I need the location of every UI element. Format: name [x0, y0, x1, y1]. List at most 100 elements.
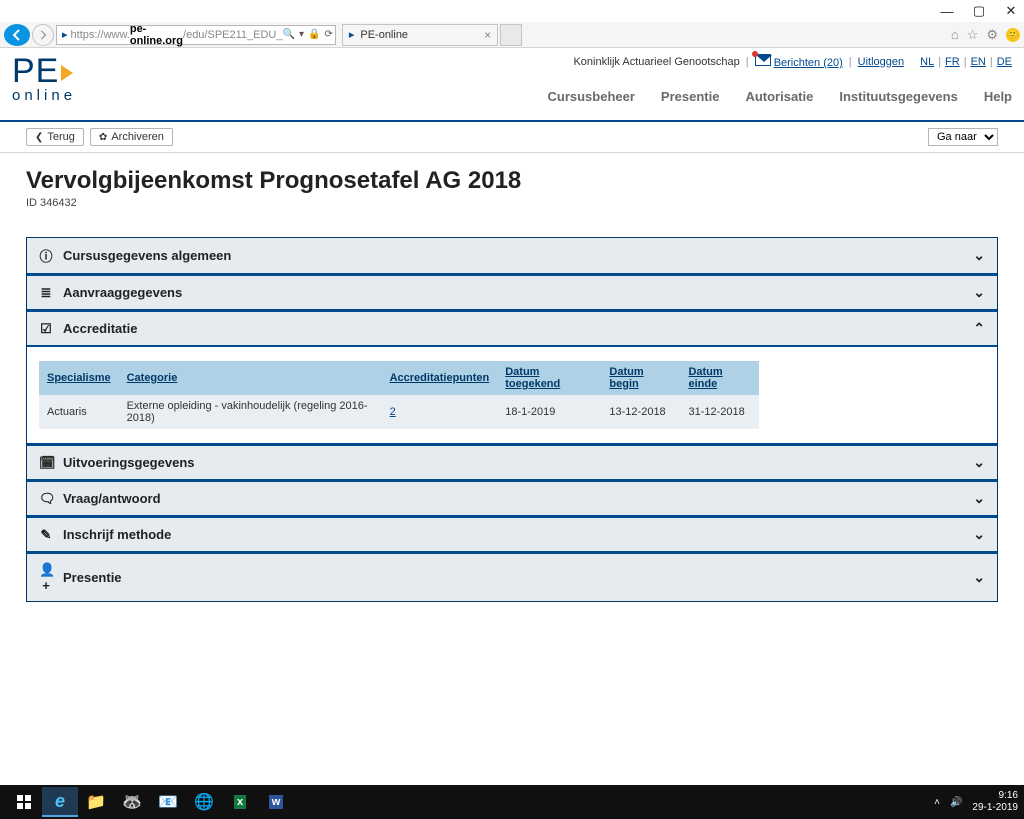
lang-de[interactable]: DE — [997, 56, 1012, 68]
taskbar-word[interactable]: w — [258, 787, 294, 817]
messages-label[interactable]: Berichten (20) — [774, 57, 843, 69]
calendar-icon: 🗓 — [39, 455, 53, 471]
logo[interactable]: PE online — [12, 52, 76, 104]
table-row: Actuaris Externe opleiding - vakinhoudel… — [39, 395, 759, 429]
tray-volume-icon[interactable]: 🔊 — [950, 797, 962, 808]
taskbar-outlook[interactable]: 📧 — [150, 787, 186, 817]
taskbar-ie[interactable]: e — [42, 787, 78, 817]
col-punten[interactable]: Accreditatiepunten — [382, 361, 498, 395]
browser-new-tab-button[interactable] — [500, 24, 522, 46]
nav-cursusbeheer[interactable]: Cursusbeheer — [547, 89, 634, 104]
panel-accreditatie-body: Specialisme Categorie Accreditatiepunten… — [27, 345, 997, 443]
language-switcher: NL| FR| EN| DE — [920, 56, 1012, 68]
nav-instituutsgegevens[interactable]: Instituutsgegevens — [839, 89, 957, 104]
taskbar-clock[interactable]: 9:16 29-1-2019 — [972, 790, 1018, 814]
tab-close-icon[interactable]: × — [484, 28, 491, 42]
taskbar-app-1[interactable]: 🦝 — [114, 787, 150, 817]
url-www: www. — [104, 29, 130, 41]
clock-time: 9:16 — [972, 790, 1018, 802]
lock-icon: 🔒 — [308, 29, 320, 40]
action-bar: ❮Terug ✿Archiveren Ga naar — [0, 122, 1024, 153]
start-button[interactable] — [6, 787, 42, 817]
window-maximize-button[interactable]: ▢ — [972, 4, 986, 18]
cell-punten: 2 — [382, 395, 498, 429]
tray-chevron-icon[interactable]: ˄ — [934, 797, 940, 808]
refresh-icon[interactable]: ⟳ — [324, 29, 332, 40]
window-close-button[interactable]: ✕ — [1004, 4, 1018, 18]
url-host: pe-online.org — [130, 23, 183, 47]
lang-nl[interactable]: NL — [920, 56, 934, 68]
gear-icon: ✿ — [99, 132, 107, 143]
chevron-left-icon: ❮ — [35, 132, 43, 143]
browser-toolbar: ▸ https:// www. pe-online.org /edu/SPE21… — [0, 22, 1024, 48]
chevron-down-icon: ⌄ — [973, 454, 985, 471]
mail-icon — [755, 54, 771, 66]
panel-label: Presentie — [63, 570, 122, 585]
browser-forward-button[interactable] — [32, 24, 54, 46]
user-plus-icon: 👤+ — [39, 562, 53, 593]
nav-autorisatie[interactable]: Autorisatie — [745, 89, 813, 104]
page-title: Vervolgbijeenkomst Prognosetafel AG 2018 — [26, 167, 998, 195]
browser-url-bar[interactable]: ▸ https:// www. pe-online.org /edu/SPE21… — [56, 25, 336, 45]
goto-select[interactable]: Ga naar — [928, 128, 998, 146]
chevron-down-icon: ⌄ — [973, 247, 985, 264]
chevron-up-icon: ⌃ — [973, 320, 985, 337]
tools-icon[interactable]: ⚙ — [986, 27, 998, 43]
windows-taskbar: e 📁 🦝 📧 🌐 x w ˄ 🔊 9:16 29-1-2019 — [0, 785, 1024, 819]
main-nav: Cursusbeheer Presentie Autorisatie Insti… — [547, 89, 1012, 110]
panel-label: Cursusgegevens algemeen — [63, 248, 231, 263]
chevron-down-icon: ⌄ — [973, 526, 985, 543]
chevron-down-icon: ⌄ — [973, 569, 985, 586]
search-icon[interactable]: 🔍 — [283, 29, 295, 40]
header-user-line: Koninklijk Actuarieel Genootschap | Beri… — [573, 54, 1012, 69]
col-begin[interactable]: Datum begin — [601, 361, 680, 395]
lang-en[interactable]: EN — [971, 56, 986, 68]
info-icon: ⓘ — [39, 246, 53, 265]
panel-label: Uitvoeringsgegevens — [63, 455, 195, 470]
nav-help[interactable]: Help — [984, 89, 1012, 104]
clock-date: 29-1-2019 — [972, 802, 1018, 814]
panel-presentie[interactable]: 👤+ Presentie ⌄ — [27, 551, 997, 601]
logout-link[interactable]: Uitloggen — [858, 56, 904, 68]
page-id: ID 346432 — [26, 197, 998, 209]
app-header: PE online Koninklijk Actuarieel Genootsc… — [0, 48, 1024, 122]
window-minimize-button[interactable]: ― — [940, 4, 954, 18]
chevron-down-icon: ⌄ — [973, 284, 985, 301]
panel-inschrijfmethode[interactable]: ✎ Inschrijf methode ⌄ — [27, 515, 997, 551]
logo-arrow-icon — [61, 65, 73, 81]
taskbar-excel[interactable]: x — [222, 787, 258, 817]
nav-presentie[interactable]: Presentie — [661, 89, 720, 104]
col-specialisme[interactable]: Specialisme — [39, 361, 119, 395]
accordion: ⓘ Cursusgegevens algemeen ⌄ ≣ Aanvraagge… — [26, 237, 998, 602]
taskbar-tray: ˄ 🔊 9:16 29-1-2019 — [934, 790, 1018, 814]
browser-tab[interactable]: ▸ PE-online × — [342, 24, 498, 46]
col-einde[interactable]: Datum einde — [680, 361, 759, 395]
chevron-down-icon: ⌄ — [973, 490, 985, 507]
panel-aanvraaggegevens[interactable]: ≣ Aanvraaggegevens ⌄ — [27, 273, 997, 309]
feedback-icon[interactable]: 🙂 — [1006, 28, 1020, 42]
organisation-name: Koninklijk Actuarieel Genootschap — [573, 56, 739, 68]
lang-fr[interactable]: FR — [945, 56, 960, 68]
panel-label: Accreditatie — [63, 321, 137, 336]
check-icon: ☑ — [39, 321, 53, 337]
panel-uitvoeringsgegevens[interactable]: 🗓 Uitvoeringsgegevens ⌄ — [27, 443, 997, 479]
panel-cursusgegevens[interactable]: ⓘ Cursusgegevens algemeen ⌄ — [27, 238, 997, 273]
table-header-row: Specialisme Categorie Accreditatiepunten… — [39, 361, 759, 395]
list-icon: ≣ — [39, 285, 53, 301]
messages-link[interactable]: Berichten (20) — [755, 54, 843, 69]
punten-link[interactable]: 2 — [390, 406, 396, 418]
col-categorie[interactable]: Categorie — [119, 361, 382, 395]
browser-back-button[interactable] — [4, 24, 30, 46]
col-toegekend[interactable]: Datum toegekend — [497, 361, 601, 395]
taskbar-explorer[interactable]: 📁 — [78, 787, 114, 817]
back-button[interactable]: ❮Terug — [26, 128, 84, 146]
home-icon[interactable]: ⌂ — [951, 27, 959, 42]
panel-vraagantwoord[interactable]: 🗨 Vraag/antwoord ⌄ — [27, 479, 997, 515]
taskbar-app-2[interactable]: 🌐 — [186, 787, 222, 817]
panel-accreditatie[interactable]: ☑ Accreditatie ⌃ — [27, 309, 997, 345]
favorites-icon[interactable]: ☆ — [967, 27, 979, 43]
accreditation-table: Specialisme Categorie Accreditatiepunten… — [39, 361, 759, 429]
archive-button[interactable]: ✿Archiveren — [90, 128, 173, 146]
cell-specialisme: Actuaris — [39, 395, 119, 429]
cell-categorie: Externe opleiding - vakinhoudelijk (rege… — [119, 395, 382, 429]
